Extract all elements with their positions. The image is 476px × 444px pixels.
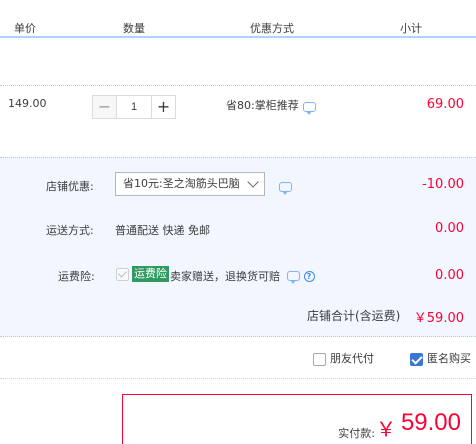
anonymous-label: 匿名购买 (427, 352, 471, 365)
discount-select-value: 省10元:圣之淘筋头巴脑 (123, 177, 240, 190)
quantity-stepper: − 1 + (92, 95, 176, 119)
qty-input[interactable]: 1 (117, 95, 151, 119)
col-header-subtotal: 小计 (400, 22, 422, 35)
divider (0, 378, 476, 379)
help-icon[interactable]: ? (303, 270, 315, 282)
qty-minus-button[interactable]: − (92, 95, 117, 119)
friend-pay-option[interactable]: 朋友代付 (313, 350, 374, 366)
table-header: 单价 数量 优惠方式 小计 (0, 0, 476, 38)
shipping-method: 普通配送 快递 免邮 (115, 224, 210, 237)
qty-plus-button[interactable]: + (151, 95, 176, 119)
insurance-icons: ? (287, 269, 315, 284)
chat-icon[interactable] (287, 271, 300, 284)
insurance-label: 运费险: (58, 270, 95, 283)
payment-currency: ￥ (376, 417, 396, 441)
chat-icon[interactable] (279, 182, 292, 195)
insurance-text: 卖家赠送，退换货可赔 (170, 270, 280, 283)
discount-select[interactable]: 省10元:圣之淘筋头巴脑 (115, 172, 265, 196)
item-promo-text: 省80:掌柜推荐 (226, 99, 299, 112)
payment-summary: 实付款: ￥ 59.00 (122, 394, 472, 444)
insurance-checkbox (116, 268, 129, 281)
col-header-promo: 优惠方式 (250, 22, 294, 35)
anonymous-option[interactable]: 匿名购买 (410, 350, 471, 366)
shop-total-value: ￥59.00 (413, 311, 464, 326)
col-header-price: 单价 (14, 22, 36, 35)
item-subtotal: 69.00 (426, 97, 464, 112)
shipping-label: 运送方式: (46, 224, 94, 237)
col-header-qty: 数量 (123, 22, 145, 35)
chat-icon[interactable] (303, 102, 316, 115)
discount-amount: -10.00 (422, 177, 464, 192)
insurance-amount: 0.00 (435, 268, 464, 283)
shop-summary: 店铺优惠: 省10元:圣之淘筋头巴脑 -10.00 运送方式: 普通配送 快递 … (0, 157, 476, 337)
shop-total-label: 店铺合计(含运费) (307, 309, 401, 323)
anonymous-checkbox[interactable] (410, 352, 423, 366)
chevron-down-icon (247, 176, 259, 188)
shipping-amount: 0.00 (435, 221, 464, 236)
friend-pay-checkbox[interactable] (313, 352, 326, 366)
insurance-tag: 运费险 (132, 266, 169, 282)
payment-amount: 59.00 (400, 409, 461, 436)
payment-label: 实付款: (338, 427, 375, 440)
order-item-row: 149.00 − 1 + 省80:掌柜推荐 69.00 (0, 85, 476, 157)
unit-price: 149.00 (8, 97, 47, 110)
friend-pay-label: 朋友代付 (330, 352, 374, 365)
discount-label: 店铺优惠: (46, 180, 94, 193)
